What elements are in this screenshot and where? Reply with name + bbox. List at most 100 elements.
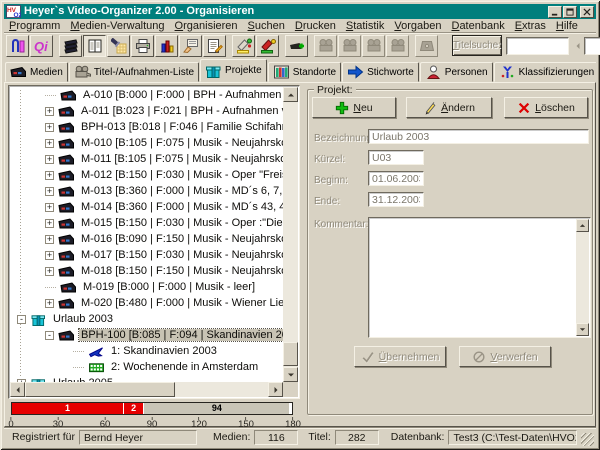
tree-item[interactable]: +M-012 [B:150 | F:030 | Musik - Oper "Fr… (11, 167, 283, 183)
toolbar-vorgaben-button[interactable] (179, 35, 202, 57)
expand-box[interactable]: + (45, 107, 54, 116)
apply-button-label: Übernehmen (379, 351, 440, 363)
expand-box[interactable]: + (45, 267, 54, 276)
menu-extras[interactable]: Extras (510, 20, 551, 32)
toolbar-quickinfo-button[interactable]: Qi (30, 35, 53, 57)
minimize-icon (551, 8, 559, 16)
tab-projekte[interactable]: Projekte (200, 59, 267, 82)
tree-connector (73, 351, 84, 352)
expand-box[interactable]: + (45, 235, 54, 244)
horizontal-scroll-thumb[interactable] (25, 382, 175, 397)
minimize-button[interactable] (548, 6, 562, 18)
expand-box[interactable]: + (45, 251, 54, 260)
tape-icon (58, 217, 75, 230)
new-button[interactable]: Neu (312, 97, 396, 118)
tree-item[interactable]: A-010 [B:000 | F:000 | BPH - Aufnahmen v… (11, 87, 283, 103)
title-search-input[interactable] (506, 37, 569, 55)
toolbar-exit-button[interactable] (6, 35, 29, 57)
tree-item[interactable]: +M-010 [B:105 | F:075 | Musik - Neujahrs… (11, 135, 283, 151)
exit-icon (10, 38, 26, 54)
expand-box[interactable]: + (45, 123, 54, 132)
spinner-value-input[interactable] (584, 37, 600, 55)
tree-item[interactable]: -BPH-100 [B:085 | F:094 | Skandinavien 2… (11, 327, 283, 343)
tree-item-label: M-018 [B:150 | F:150 | Musik - Neujahrsk… (79, 265, 283, 277)
scroll-down-button[interactable] (283, 367, 298, 382)
tree-item[interactable]: +M-020 [B:480 | F:000 | Musik - Wiener L… (11, 295, 283, 311)
toolbar-organisieren-button[interactable] (83, 35, 106, 57)
expand-box[interactable]: + (45, 219, 54, 228)
tree-item[interactable]: + A-011 [B:023 | F:021 | BPH - Aufnahmen … (11, 103, 283, 119)
vertical-scroll-thumb[interactable] (283, 342, 298, 366)
tab-medien[interactable]: Medien (5, 62, 68, 82)
expand-box[interactable]: + (45, 187, 54, 196)
tree-item[interactable]: + M-018 [B:150 | F:150 | Musik - Neujahrs… (11, 263, 283, 279)
tree-item[interactable]: -Urlaub 2003 (11, 311, 283, 327)
scroll-left-button[interactable] (10, 382, 25, 397)
tree-item[interactable]: +M-014 [B:360 | F:000 | Musik - MD´s 43,… (11, 199, 283, 215)
tree-item[interactable]: +M-016 [B:090 | F:150 | Musik - Neujahrs… (11, 231, 283, 247)
expand-box[interactable]: + (45, 171, 54, 180)
tree-item[interactable]: M-019 [B:000 | F:000 | Musik - leer] (11, 279, 283, 295)
toolbar-assistent-1-button[interactable] (232, 35, 255, 57)
close-button[interactable] (580, 6, 594, 18)
tape-icon (58, 169, 75, 182)
tape-icon (58, 105, 75, 118)
expand-box[interactable]: + (45, 203, 54, 212)
pencil-icon (423, 101, 437, 115)
tab-standorte[interactable]: Standorte (268, 62, 341, 82)
expand-box[interactable]: + (45, 299, 54, 308)
menu-statistik[interactable]: Statistik (341, 20, 390, 32)
tree-vertical-scrollbar[interactable] (283, 87, 298, 382)
toolbar-drucken-button[interactable] (131, 35, 154, 57)
menu-medien-verwaltung[interactable]: Medien-Verwaltung (65, 20, 169, 32)
tree-item[interactable]: +M-015 [B:150 | F:030 | Musik - Oper :"D… (11, 215, 283, 231)
tree-item[interactable]: 2: Wochenende in Amsterdam (11, 359, 283, 375)
title-bar[interactable]: HVO2 Heyer`s Video-Organizer 2.00 - Orga… (4, 4, 596, 19)
menu-hilfe[interactable]: Hilfe (551, 20, 583, 32)
tape-icon (60, 89, 77, 102)
toolbar-listen-bearbeiten-button[interactable] (203, 35, 226, 57)
menu-suchen[interactable]: Suchen (243, 20, 290, 32)
menu-drucken[interactable]: Drucken (290, 20, 341, 32)
left-arrow-icon (14, 386, 22, 394)
edit-button[interactable]: Ändern (406, 97, 492, 118)
maximize-button[interactable] (563, 6, 577, 18)
beginn-label: Beginn: (314, 175, 348, 186)
scroll-up-button[interactable] (283, 87, 298, 102)
toolbar-assistent-2-button[interactable] (256, 35, 279, 57)
tape-icon (10, 65, 27, 79)
resize-grip[interactable] (581, 433, 594, 446)
delete-button[interactable]: Löschen (504, 97, 588, 118)
tab-personen[interactable]: Personen (420, 62, 493, 82)
tree-item[interactable]: 1: Skandinavien 2003 (11, 343, 283, 359)
add-media-icon (289, 38, 305, 54)
tab-stichworte[interactable]: Stichworte (342, 62, 419, 82)
tab-label: Titel-/Aufnahmen-Liste (94, 67, 194, 78)
tab-klassifizierungen[interactable]: Klassifizierungen (494, 62, 596, 82)
menu-programm[interactable]: Programm (4, 20, 65, 32)
film-icon (88, 361, 105, 374)
toolbar-statistik-button[interactable] (155, 35, 178, 57)
tree-item[interactable]: +BPH-013 [B:018 | F:046 | Familie Schifa… (11, 119, 283, 135)
classification-icon (499, 65, 516, 79)
toolbar-neues-medium-button[interactable] (285, 35, 308, 57)
project-tree: A-010 [B:000 | F:000 | BPH - Aufnahmen v… (8, 85, 300, 399)
toolbar-suchen-button[interactable] (107, 35, 130, 57)
menu-datenbank[interactable]: Datenbank (446, 20, 509, 32)
tab-titel-aufnahmen-liste[interactable]: Titel-/Aufnahmen-Liste (69, 62, 199, 82)
menu-vorgaben[interactable]: Vorgaben (389, 20, 446, 32)
expand-box[interactable]: + (45, 139, 54, 148)
quickinfo-icon: Qi (34, 38, 50, 54)
collapse-box[interactable]: - (45, 331, 54, 340)
tree-item[interactable]: +M-017 [B:150 | F:030 | Musik - Neujahrs… (11, 247, 283, 263)
toolbar-medien-verwaltung-button[interactable] (59, 35, 82, 57)
tree-horizontal-scrollbar[interactable] (10, 382, 283, 397)
tree-item[interactable]: +Urlaub 2005 (11, 375, 283, 382)
tree-item-label: A-011 [B:023 | F:021 | BPH - Aufnahmen v… (79, 105, 283, 117)
menu-organisieren[interactable]: Organisieren (170, 20, 243, 32)
tree-item[interactable]: +M-013 [B:360 | F:000 | Musik - MD´s 6, … (11, 183, 283, 199)
scroll-right-button[interactable] (268, 382, 283, 397)
expand-box[interactable]: + (45, 155, 54, 164)
collapse-box[interactable]: - (17, 315, 26, 324)
tree-item[interactable]: +M-011 [B:105 | F:075 | Musik - Neujahrs… (11, 151, 283, 167)
